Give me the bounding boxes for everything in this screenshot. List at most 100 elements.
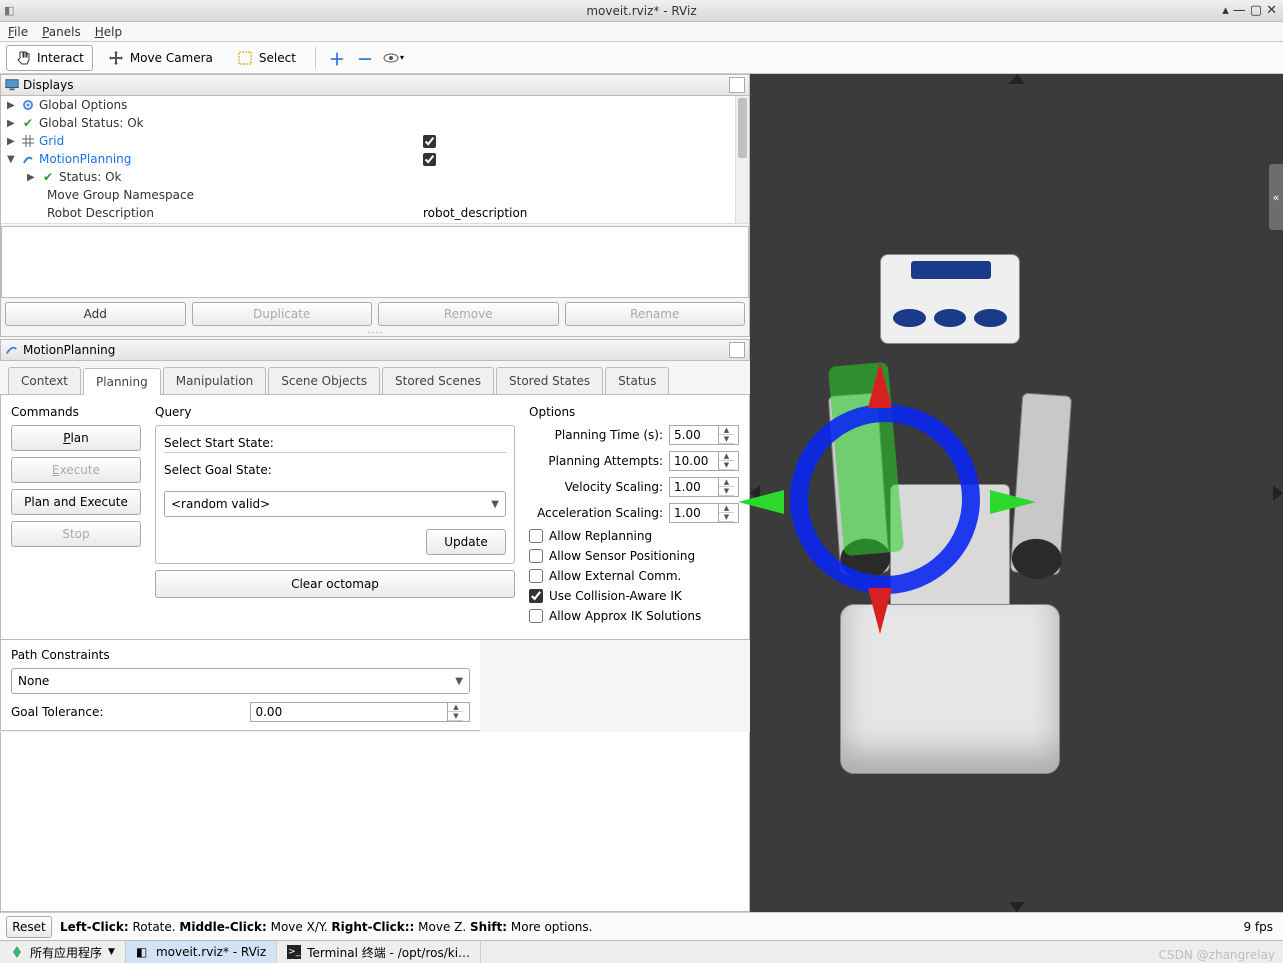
window-maximize-button[interactable]: ▢ xyxy=(1250,3,1262,18)
viewport-nav-down-icon[interactable] xyxy=(1009,902,1025,912)
menu-help[interactable]: Help xyxy=(95,25,122,39)
spin-down-icon[interactable]: ▼ xyxy=(719,487,734,496)
tree-row-global-status[interactable]: ▶ ✔ Global Status: Ok xyxy=(1,114,749,132)
interact-button[interactable]: Interact xyxy=(6,45,93,71)
viewport-nav-right-icon[interactable] xyxy=(1273,485,1283,501)
tree-row-grid[interactable]: ▶ Grid xyxy=(1,132,749,150)
window-minimize-button[interactable]: — xyxy=(1233,3,1246,18)
spin-down-icon[interactable]: ▼ xyxy=(448,712,463,721)
tree-row-move-group-ns[interactable]: Move Group Namespace xyxy=(1,186,749,204)
goal-tolerance-spin[interactable]: ▲▼ xyxy=(250,702,470,722)
window-close-button[interactable]: ✕ xyxy=(1266,3,1277,18)
marker-y-left-arrow[interactable] xyxy=(738,490,784,514)
splitter-handle[interactable]: ⋯⋯ xyxy=(1,330,749,336)
clear-octomap-button[interactable]: Clear octomap xyxy=(155,570,515,598)
add-focus-button[interactable]: ＋ xyxy=(326,47,348,69)
marker-z-up-arrow[interactable] xyxy=(868,362,892,408)
planning-attempts-input[interactable] xyxy=(670,454,718,468)
velocity-scaling-input[interactable] xyxy=(670,480,718,494)
menu-file[interactable]: File xyxy=(8,25,28,39)
reset-button[interactable]: Reset xyxy=(6,916,52,938)
expand-icon[interactable]: ▶ xyxy=(7,136,17,147)
tree-row-robot-description[interactable]: Robot Description robot_description xyxy=(1,204,749,222)
tab-scene-objects[interactable]: Scene Objects xyxy=(268,367,380,394)
task-rviz[interactable]: ◧ moveit.rviz* - RViz xyxy=(126,941,277,963)
allow-external-checkbox[interactable] xyxy=(529,569,543,583)
tree-label: Global Options xyxy=(39,98,127,112)
plan-execute-button[interactable]: Plan and Execute xyxy=(11,489,141,515)
spin-down-icon[interactable]: ▼ xyxy=(719,513,734,522)
goal-state-combo[interactable]: <random valid> ▼ xyxy=(164,491,506,517)
menu-panels[interactable]: Panels xyxy=(42,25,81,39)
planning-time-spin[interactable]: ▲▼ xyxy=(669,425,739,445)
expand-icon[interactable]: ▶ xyxy=(7,100,17,111)
approx-ik-checkbox[interactable] xyxy=(529,609,543,623)
remove-focus-button[interactable]: － xyxy=(354,47,376,69)
marker-y-right-arrow[interactable] xyxy=(990,490,1036,514)
select-button[interactable]: Select xyxy=(228,45,305,71)
check-icon: ✔ xyxy=(21,116,35,130)
displays-scrollbar[interactable] xyxy=(735,96,749,223)
apps-icon xyxy=(10,945,24,959)
spin-up-icon[interactable]: ▲ xyxy=(719,452,734,461)
motionplanning-unpin-button[interactable] xyxy=(729,342,745,358)
focal-point-button[interactable]: ▾ xyxy=(382,47,404,69)
tree-row-status-ok[interactable]: ▶ ✔ Status: Ok xyxy=(1,168,749,186)
grid-visible-checkbox[interactable] xyxy=(423,135,436,148)
planning-attempts-spin[interactable]: ▲▼ xyxy=(669,451,739,471)
accel-scaling-spin[interactable]: ▲▼ xyxy=(669,503,739,523)
expand-icon[interactable]: ▶ xyxy=(7,118,17,129)
accel-scaling-input[interactable] xyxy=(670,506,718,520)
spin-up-icon[interactable]: ▲ xyxy=(719,426,734,435)
tree-value: robot_description xyxy=(423,206,527,220)
tab-stored-states[interactable]: Stored States xyxy=(496,367,603,394)
tab-context[interactable]: Context xyxy=(8,367,81,394)
spin-down-icon[interactable]: ▼ xyxy=(719,435,734,444)
path-constraints-label: Path Constraints xyxy=(11,648,470,662)
move-camera-button[interactable]: Move Camera xyxy=(99,45,222,71)
path-constraints-combo[interactable]: None ▼ xyxy=(11,668,470,694)
spin-up-icon[interactable]: ▲ xyxy=(719,504,734,513)
tabs-bar: Context Planning Manipulation Scene Obje… xyxy=(0,361,750,395)
velocity-scaling-spin[interactable]: ▲▼ xyxy=(669,477,739,497)
motionplanning-visible-checkbox[interactable] xyxy=(423,153,436,166)
remove-button: Remove xyxy=(378,302,559,326)
window-rollup-button[interactable]: ▴ xyxy=(1222,3,1229,18)
tab-status[interactable]: Status xyxy=(605,367,669,394)
displays-unpin-button[interactable] xyxy=(729,77,745,93)
goal-tolerance-input[interactable] xyxy=(251,705,447,719)
select-goal-state-tab[interactable]: Select Goal State: xyxy=(164,461,506,479)
plan-button[interactable]: Plan xyxy=(11,425,141,451)
spin-down-icon[interactable]: ▼ xyxy=(719,461,734,470)
allow-sensor-checkbox[interactable] xyxy=(529,549,543,563)
spin-up-icon[interactable]: ▲ xyxy=(719,478,734,487)
task-all-apps[interactable]: 所有应用程序 ▼ xyxy=(0,941,126,963)
marker-z-down-arrow[interactable] xyxy=(868,588,892,634)
viewport-nav-up-icon[interactable] xyxy=(1009,74,1025,84)
planning-time-input[interactable] xyxy=(670,428,718,442)
app-icon: ◧ xyxy=(4,4,14,17)
displays-tree[interactable]: ▶ Global Options ▶ ✔ Global Status: Ok ▶… xyxy=(1,96,749,224)
tree-label: Grid xyxy=(39,134,64,148)
window-title: moveit.rviz* - RViz xyxy=(586,4,696,18)
add-button[interactable]: Add xyxy=(5,302,186,326)
viewport-collapse-handle[interactable]: « xyxy=(1269,164,1283,230)
task-terminal[interactable]: >_ Terminal 终端 - /opt/ros/ki… xyxy=(277,941,481,963)
tree-row-global-options[interactable]: ▶ Global Options xyxy=(1,96,749,114)
expand-icon[interactable]: ▶ xyxy=(27,172,37,183)
3d-viewport[interactable]: « xyxy=(750,74,1283,912)
interactive-marker-ring[interactable] xyxy=(790,404,980,594)
robot-icon xyxy=(5,343,19,357)
spin-up-icon[interactable]: ▲ xyxy=(448,703,463,712)
tab-stored-scenes[interactable]: Stored Scenes xyxy=(382,367,494,394)
tree-row-motionplanning[interactable]: ▼ MotionPlanning xyxy=(1,150,749,168)
tab-planning[interactable]: Planning xyxy=(83,368,161,395)
allow-external-label: Allow External Comm. xyxy=(549,569,681,583)
displays-description-box xyxy=(1,226,749,298)
select-start-state-tab[interactable]: Select Start State: xyxy=(164,434,506,453)
expand-icon[interactable]: ▼ xyxy=(7,154,17,165)
collision-ik-checkbox[interactable] xyxy=(529,589,543,603)
update-button[interactable]: Update xyxy=(426,529,506,555)
tab-manipulation[interactable]: Manipulation xyxy=(163,367,267,394)
allow-replanning-checkbox[interactable] xyxy=(529,529,543,543)
